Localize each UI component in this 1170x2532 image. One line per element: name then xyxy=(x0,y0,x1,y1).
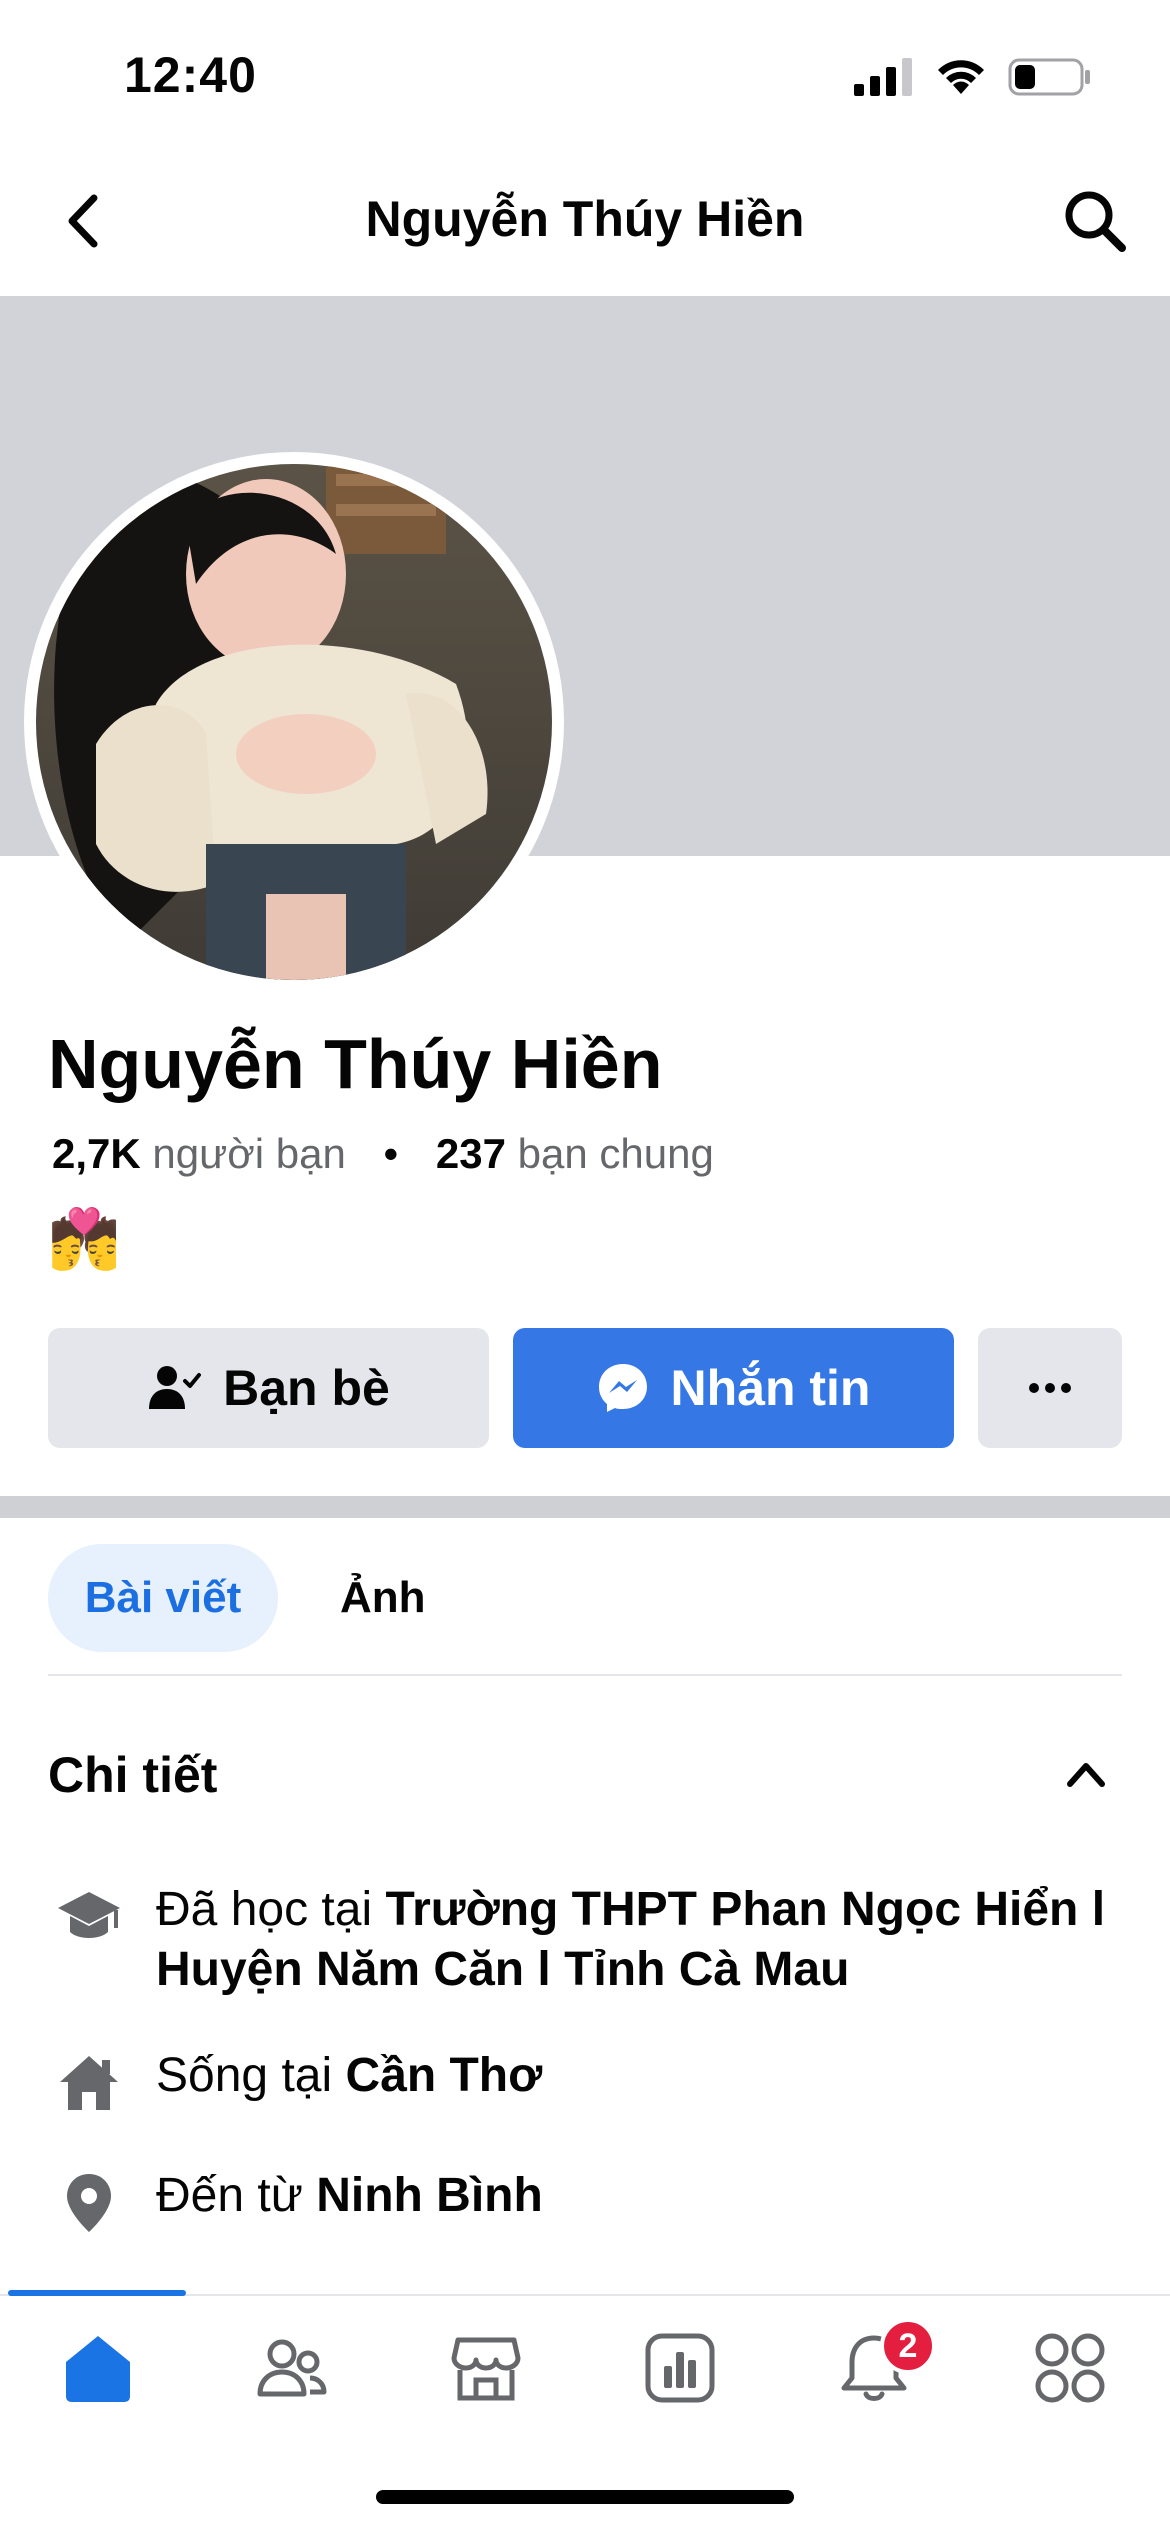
from-prefix: Đến từ xyxy=(156,2169,317,2222)
nav-header: Nguyễn Thúy Hiền xyxy=(0,150,1170,296)
lives-in-prefix: Sống tại xyxy=(156,2049,346,2102)
more-options-button[interactable] xyxy=(978,1328,1122,1448)
graduation-cap-icon xyxy=(58,1892,120,1938)
signal-icon xyxy=(854,58,912,96)
friends-button[interactable]: Bạn bè xyxy=(48,1328,489,1448)
home-icon xyxy=(60,2056,118,2110)
messenger-icon xyxy=(598,1364,647,1412)
message-button[interactable]: Nhắn tin xyxy=(513,1328,954,1448)
from-value[interactable]: Ninh Bình xyxy=(316,2169,543,2222)
mutual-label[interactable]: bạn chung xyxy=(518,1130,714,1177)
search-button[interactable] xyxy=(1060,186,1130,256)
tab-posts[interactable]: Bài viết xyxy=(48,1544,278,1652)
status-bar: 12:40 xyxy=(0,0,1170,150)
detail-education: Đã học tại Trường THPT Phan Ngọc Hiển l … xyxy=(56,1880,1136,2010)
friends-button-label: Bạn bè xyxy=(223,1360,390,1416)
tabbar-active-indicator xyxy=(8,2290,186,2296)
tabs-divider xyxy=(48,1674,1122,1676)
lives-in-value[interactable]: Cần Thơ xyxy=(345,2049,542,2102)
home-tab-icon[interactable] xyxy=(60,2330,136,2406)
tab-photos[interactable]: Ảnh xyxy=(340,1544,426,1652)
bio-emoji: 💏 xyxy=(48,1207,121,1272)
education-prefix: Đã học tại xyxy=(156,1883,386,1936)
menu-tab-icon[interactable] xyxy=(1032,2330,1108,2406)
detail-lives-in: Sống tại Cần Thơ xyxy=(56,2046,1136,2116)
chevron-up-icon[interactable] xyxy=(1064,1756,1108,1792)
friend-stats: 2,7K người bạn • 237 bạn chung xyxy=(52,1130,714,1178)
friends-count[interactable]: 2,7K xyxy=(52,1130,141,1177)
friend-check-icon xyxy=(149,1366,202,1409)
back-button[interactable] xyxy=(56,186,112,256)
message-button-label: Nhắn tin xyxy=(670,1360,871,1416)
detail-from: Đến từ Ninh Bình xyxy=(56,2166,1136,2236)
page-title: Nguyễn Thúy Hiền xyxy=(365,191,805,247)
location-pin-icon xyxy=(67,2174,111,2232)
mutual-count[interactable]: 237 xyxy=(436,1130,506,1177)
friends-label[interactable]: người bạn xyxy=(152,1130,345,1177)
status-time: 12:40 xyxy=(124,47,257,103)
battery-icon xyxy=(1008,58,1090,96)
wifi-icon xyxy=(938,60,984,94)
more-horizontal-icon xyxy=(1029,1383,1071,1393)
stats-separator: • xyxy=(383,1130,399,1177)
profile-avatar[interactable] xyxy=(36,464,552,980)
avatar-photo xyxy=(36,464,552,980)
dashboard-tab-icon[interactable] xyxy=(642,2330,718,2406)
section-divider xyxy=(0,1496,1170,1518)
home-indicator xyxy=(376,2490,794,2504)
friends-tab-icon[interactable] xyxy=(254,2330,330,2406)
details-heading: Chi tiết xyxy=(48,1747,218,1803)
notification-badge: 2 xyxy=(880,2318,936,2374)
profile-name: Nguyễn Thúy Hiền xyxy=(48,1025,663,1103)
marketplace-tab-icon[interactable] xyxy=(448,2330,524,2406)
